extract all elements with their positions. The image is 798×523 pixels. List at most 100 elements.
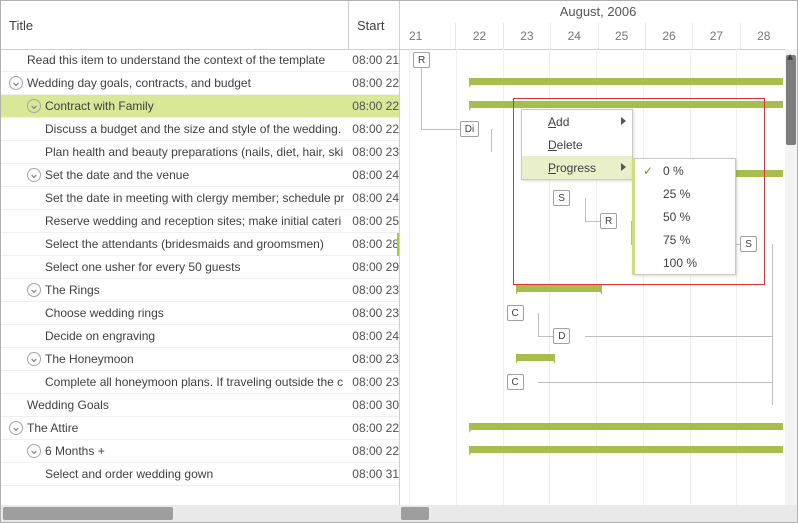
timeline-day: 24: [550, 23, 597, 49]
task-title: The Honeymoon: [45, 352, 134, 366]
menu-item[interactable]: 50 %: [635, 205, 735, 228]
task-start: 08:00 31: [346, 467, 399, 481]
submenu-arrow-icon: [621, 117, 626, 125]
task-start: 08:00 23: [346, 306, 399, 320]
menu-item[interactable]: 25 %: [635, 182, 735, 205]
task-title: Choose wedding rings: [45, 306, 164, 320]
task-title: Wedding Goals: [27, 398, 109, 412]
task-bar[interactable]: C: [507, 374, 524, 390]
timeline-day: 25: [598, 23, 645, 49]
task-start: 08:00 23: [346, 145, 399, 159]
task-grid: Title Start Read this item to understand…: [1, 1, 400, 522]
task-bar[interactable]: C: [507, 305, 524, 321]
menu-item[interactable]: 75 %: [635, 228, 735, 251]
table-row[interactable]: Contract with Family08:00 22: [1, 95, 399, 118]
expand-icon[interactable]: [27, 168, 41, 182]
column-header-start[interactable]: Start: [349, 1, 399, 49]
task-start: 08:00 24: [346, 329, 399, 343]
task-title: Contract with Family: [45, 99, 154, 113]
task-start: 08:00 30: [346, 398, 399, 412]
task-start: 08:00 24: [346, 191, 399, 205]
table-row[interactable]: 6 Months + 08:00 22: [1, 440, 399, 463]
task-start: 08:00 25: [346, 214, 399, 228]
summary-bar[interactable]: [470, 423, 783, 430]
task-title: The Rings: [45, 283, 100, 297]
menu-item[interactable]: 100 %: [635, 251, 735, 274]
table-row[interactable]: Wedding Goals 08:00 30: [1, 394, 399, 417]
task-bar[interactable]: D: [553, 328, 570, 344]
table-row[interactable]: Select the attendants (bridesmaids and g…: [1, 233, 399, 256]
task-start: 08:00 23: [346, 283, 399, 297]
task-start: 08:00 29: [346, 260, 399, 274]
task-start: 08:00 22: [346, 421, 399, 435]
task-title: Complete all honeymoon plans. If traveli…: [45, 375, 343, 389]
expand-icon[interactable]: [9, 76, 23, 90]
expand-icon[interactable]: [27, 283, 41, 297]
expand-icon[interactable]: [27, 99, 41, 113]
task-title: Discuss a budget and the size and style …: [45, 122, 341, 136]
task-start: 08:00 23: [346, 375, 399, 389]
table-row[interactable]: Set the date and the venue 08:00 24: [1, 164, 399, 187]
task-start: 08:00 22: [346, 444, 399, 458]
task-title: Select and order wedding gown: [45, 467, 213, 481]
timeline-day: 22: [455, 23, 502, 49]
table-row[interactable]: The Attire 08:00 22: [1, 417, 399, 440]
summary-bar[interactable]: [470, 78, 783, 85]
timeline-day: 28: [740, 23, 787, 49]
menu-item[interactable]: Delete: [522, 133, 632, 156]
task-title: Reserve wedding and reception sites; mak…: [45, 214, 341, 228]
task-title: Select one usher for every 50 guests: [45, 260, 240, 274]
task-title: The Attire: [27, 421, 78, 435]
timeline-day: 23: [503, 23, 550, 49]
task-title: Select the attendants (bridesmaids and g…: [45, 237, 324, 251]
task-title: Decide on engraving: [45, 329, 155, 343]
table-row[interactable]: Discuss a budget and the size and style …: [1, 118, 399, 141]
task-start: 08:00 23: [346, 352, 399, 366]
gantt-vscroll[interactable]: ▴: [785, 49, 797, 505]
table-row[interactable]: Choose wedding rings 08:00 23: [1, 302, 399, 325]
expand-icon[interactable]: [9, 421, 23, 435]
task-title: Plan health and beauty preparations (nai…: [45, 145, 343, 159]
column-header-title[interactable]: Title: [1, 1, 349, 49]
menu-item[interactable]: Progress: [522, 156, 632, 179]
expand-icon[interactable]: [27, 444, 41, 458]
summary-bar[interactable]: [470, 446, 783, 453]
summary-bar[interactable]: [517, 285, 601, 292]
task-bar[interactable]: Di: [460, 121, 479, 137]
task-title: Set the date and the venue: [45, 168, 189, 182]
timeline-day: 26: [645, 23, 692, 49]
app-frame: Title Start Read this item to understand…: [0, 0, 798, 523]
context-menu[interactable]: AddDeleteProgress: [521, 109, 633, 180]
table-row[interactable]: Decide on engraving 08:00 24: [1, 325, 399, 348]
expand-icon[interactable]: [27, 352, 41, 366]
table-row[interactable]: Wedding day goals, contracts, and budget…: [1, 72, 399, 95]
task-start: 08:00 21: [346, 53, 399, 67]
timeline-days: 2122232425262728: [409, 23, 787, 49]
gantt-hscroll[interactable]: [399, 505, 797, 522]
context-submenu-progress[interactable]: ✓0 %25 %50 %75 %100 %: [632, 158, 736, 275]
grid-header: Title Start: [1, 1, 399, 50]
task-start: 08:00 28: [346, 237, 399, 251]
menu-item[interactable]: Add: [522, 110, 632, 133]
task-bar[interactable]: R: [413, 52, 430, 68]
table-row[interactable]: Select and order wedding gown 08:00 31: [1, 463, 399, 486]
table-row[interactable]: Set the date in meeting with clergy memb…: [1, 187, 399, 210]
task-start: 08:00 24: [346, 168, 399, 182]
grid-hscroll[interactable]: [1, 505, 399, 522]
table-row[interactable]: Select one usher for every 50 guests 08:0…: [1, 256, 399, 279]
table-row[interactable]: Read this item to understand the context…: [1, 49, 399, 72]
check-icon: ✓: [643, 164, 653, 178]
menu-item[interactable]: ✓0 %: [635, 159, 735, 182]
task-title: Wedding day goals, contracts, and budget: [27, 76, 251, 90]
summary-bar[interactable]: [517, 354, 554, 361]
grid-rows: Read this item to understand the context…: [1, 49, 399, 505]
table-row[interactable]: Complete all honeymoon plans. If traveli…: [1, 371, 399, 394]
timeline-day: 21: [409, 23, 455, 49]
timeline-day: 27: [692, 23, 739, 49]
task-title: 6 Months +: [45, 444, 105, 458]
table-row[interactable]: Reserve wedding and reception sites; mak…: [1, 210, 399, 233]
timeline-month: August, 2006: [399, 1, 797, 23]
table-row[interactable]: The Honeymoon 08:00 23: [1, 348, 399, 371]
table-row[interactable]: Plan health and beauty preparations (nai…: [1, 141, 399, 164]
table-row[interactable]: The Rings 08:00 23: [1, 279, 399, 302]
